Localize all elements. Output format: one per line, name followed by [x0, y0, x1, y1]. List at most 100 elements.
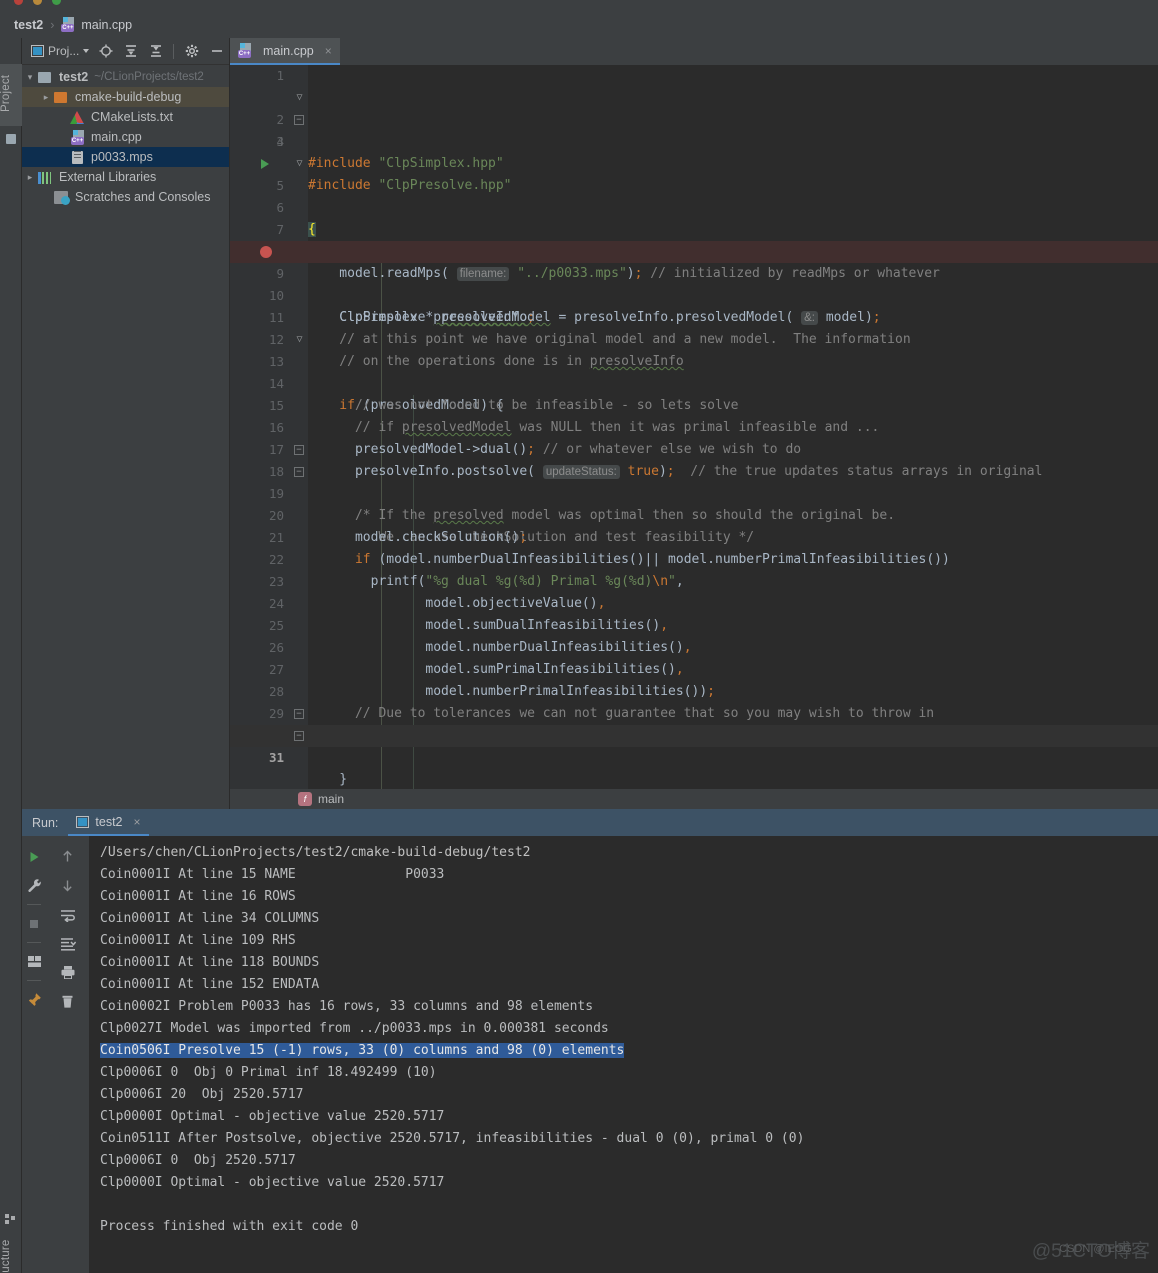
tree-item-cmake-build-debug[interactable]: ▸ cmake-build-debug [22, 87, 229, 107]
editor-tab-label: main.cpp [263, 43, 314, 58]
chevron-collapsed-icon[interactable]: ▸ [38, 92, 54, 103]
navbar-project-name[interactable]: test2 [14, 18, 43, 32]
fold-marker-icon[interactable]: ▽ [294, 335, 305, 346]
down-arrow-icon [63, 880, 72, 892]
chevron-collapsed-icon[interactable]: ▸ [22, 172, 38, 183]
run-toolbar-left [22, 836, 46, 1273]
console-line: Clp0006I 0 Obj 0 Primal inf 18.492499 (1… [100, 1065, 437, 1080]
soft-wrap-button[interactable] [46, 900, 89, 929]
console-output[interactable]: /Users/chen/CLionProjects/test2/cmake-bu… [90, 836, 1158, 1273]
pin-tab-button[interactable] [22, 985, 46, 1014]
code-line: 28 // Due to tolerances we can not guara… [230, 659, 1158, 721]
next-occurrence-button[interactable] [46, 871, 89, 900]
locate-file-button[interactable] [93, 39, 118, 63]
editor-tab-main-cpp[interactable]: C++ main.cpp × [230, 38, 340, 65]
code-lines[interactable]: 1 2 ▽ #include "ClpSimplex.hpp" 3 − #inc… [230, 65, 1158, 809]
layout-icon [27, 956, 41, 967]
tree-item-cmakelists[interactable]: CMakeLists.txt [22, 107, 229, 127]
tree-item-label: External Libraries [59, 170, 157, 184]
window-controls[interactable] [14, 0, 61, 5]
chevron-down-icon [83, 49, 90, 53]
minimize-window-button[interactable] [33, 0, 42, 5]
stop-icon [30, 919, 38, 928]
project-settings-button[interactable] [179, 39, 204, 63]
layout-button[interactable] [22, 947, 46, 976]
expand-all-icon [125, 45, 136, 57]
run-config-icon [76, 816, 90, 828]
stop-button[interactable] [22, 909, 46, 938]
cpp-file-icon: C++ [238, 43, 253, 58]
print-icon [61, 966, 74, 979]
code-line: 5 ▽ int main (int argc, const char *argv… [230, 153, 1158, 259]
project-view-selector[interactable]: Proj... [27, 44, 93, 58]
tree-item-label: p0033.mps [91, 150, 153, 164]
console-line: Clp0006I 0 Obj 2520.5717 [100, 1153, 296, 1168]
run-gutter-icon[interactable] [261, 159, 269, 169]
fold-marker-icon[interactable]: − [294, 115, 304, 125]
tree-item-test2[interactable]: ▾ test2 ~/CLionProjects/test2 [22, 67, 229, 87]
cpp-file-icon: C++ [70, 129, 86, 145]
prev-occurrence-button[interactable] [46, 842, 89, 871]
close-run-tab-icon[interactable]: × [134, 815, 141, 829]
editor-area: C++ main.cpp × 1 2 ▽ #include "ClpSimple… [230, 38, 1158, 809]
fold-marker-icon[interactable]: ▽ [294, 93, 305, 104]
tree-item-external-libraries[interactable]: ▸ External Libraries [22, 167, 229, 187]
fold-marker-icon[interactable]: − [294, 467, 304, 477]
expand-all-button[interactable] [118, 39, 143, 63]
console-line-selected: Coin0506I Presolve 15 (-1) rows, 33 (0) … [100, 1040, 1158, 1062]
edit-configuration-button[interactable] [22, 871, 46, 900]
print-button[interactable] [46, 958, 89, 987]
up-arrow-icon [63, 850, 72, 862]
console-line: Coin0001I At line 152 ENDATA [100, 977, 320, 992]
target-icon [99, 44, 113, 58]
sidebar-tab-structure[interactable]: Structure [0, 1230, 22, 1273]
rerun-button[interactable] [22, 842, 46, 871]
code-line: 25 model.numberDualInfeasibilities(), [230, 593, 1158, 655]
collapse-all-button[interactable] [143, 39, 168, 63]
folder-icon [38, 69, 54, 85]
code-text: } [308, 772, 348, 787]
zoom-window-button[interactable] [52, 0, 61, 5]
fold-marker-icon[interactable]: − [294, 731, 304, 741]
console-line: Clp0000I Optimal - objective value 2520.… [100, 1109, 445, 1124]
fold-marker-icon[interactable]: − [294, 445, 304, 455]
fold-marker-icon[interactable]: − [294, 709, 304, 719]
console-line: Clp0027I Model was imported from ../p003… [100, 1021, 609, 1036]
gear-icon [185, 44, 198, 58]
code-line: 21 if (model.numberDualInfeasibilities()… [230, 505, 1158, 567]
code-line: 14 // was not found to be infeasible - s… [230, 351, 1158, 413]
run-tab-label: test2 [95, 815, 123, 829]
close-window-button[interactable] [14, 0, 23, 5]
code-line: 3 − #include "ClpPresolve.hpp" [230, 109, 1158, 193]
project-toolbar: Proj... [22, 38, 229, 65]
breakpoint-icon[interactable] [260, 246, 272, 258]
code-line: 16 presolvedModel->dual(); // or whateve… [230, 395, 1158, 457]
chevron-expanded-icon[interactable]: ▾ [22, 72, 38, 83]
code-editor[interactable]: 1 2 ▽ #include "ClpSimplex.hpp" 3 − #inc… [230, 65, 1158, 809]
code-line: 19 − We can use checkSolution and test f… [230, 461, 1158, 545]
tree-item-main-cpp[interactable]: C++ main.cpp [22, 127, 229, 147]
tree-item-path: ~/CLionProjects/test2 [94, 71, 204, 83]
run-icon [30, 851, 39, 862]
clear-all-button[interactable] [46, 987, 89, 1016]
navbar-file-name[interactable]: main.cpp [81, 18, 132, 32]
scroll-to-end-button[interactable] [46, 929, 89, 958]
run-tab-test2[interactable]: test2 × [68, 815, 149, 836]
project-view-icon [31, 45, 44, 57]
tree-item-scratches[interactable]: Scratches and Consoles [22, 187, 229, 207]
minimize-icon [211, 50, 222, 52]
console-line: Coin0001I At line 16 ROWS [100, 889, 296, 904]
close-tab-icon[interactable]: × [325, 44, 332, 58]
run-panel-header: Run: test2 × [22, 809, 1158, 836]
fold-marker-icon[interactable]: ▽ [294, 159, 305, 170]
console-line: Clp0006I 20 Obj 2520.5717 [100, 1087, 304, 1102]
code-line: 24 model.sumDualInfeasibilities(), [230, 571, 1158, 633]
breadcrumb-function-name[interactable]: main [318, 792, 344, 806]
project-tree: ▾ test2 ~/CLionProjects/test2 ▸ cmake-bu… [22, 65, 229, 207]
run-tool-window: Run: test2 × /Users/chen/CLionProjects/t… [22, 809, 1158, 1273]
sidebar-tab-project[interactable]: Project [0, 64, 22, 126]
console-line: Process finished with exit code 0 [100, 1219, 359, 1234]
console-line: /Users/chen/CLionProjects/test2/cmake-bu… [100, 845, 531, 860]
hide-panel-button[interactable] [204, 39, 229, 63]
tree-item-p0033-mps[interactable]: p0033.mps [22, 147, 229, 167]
